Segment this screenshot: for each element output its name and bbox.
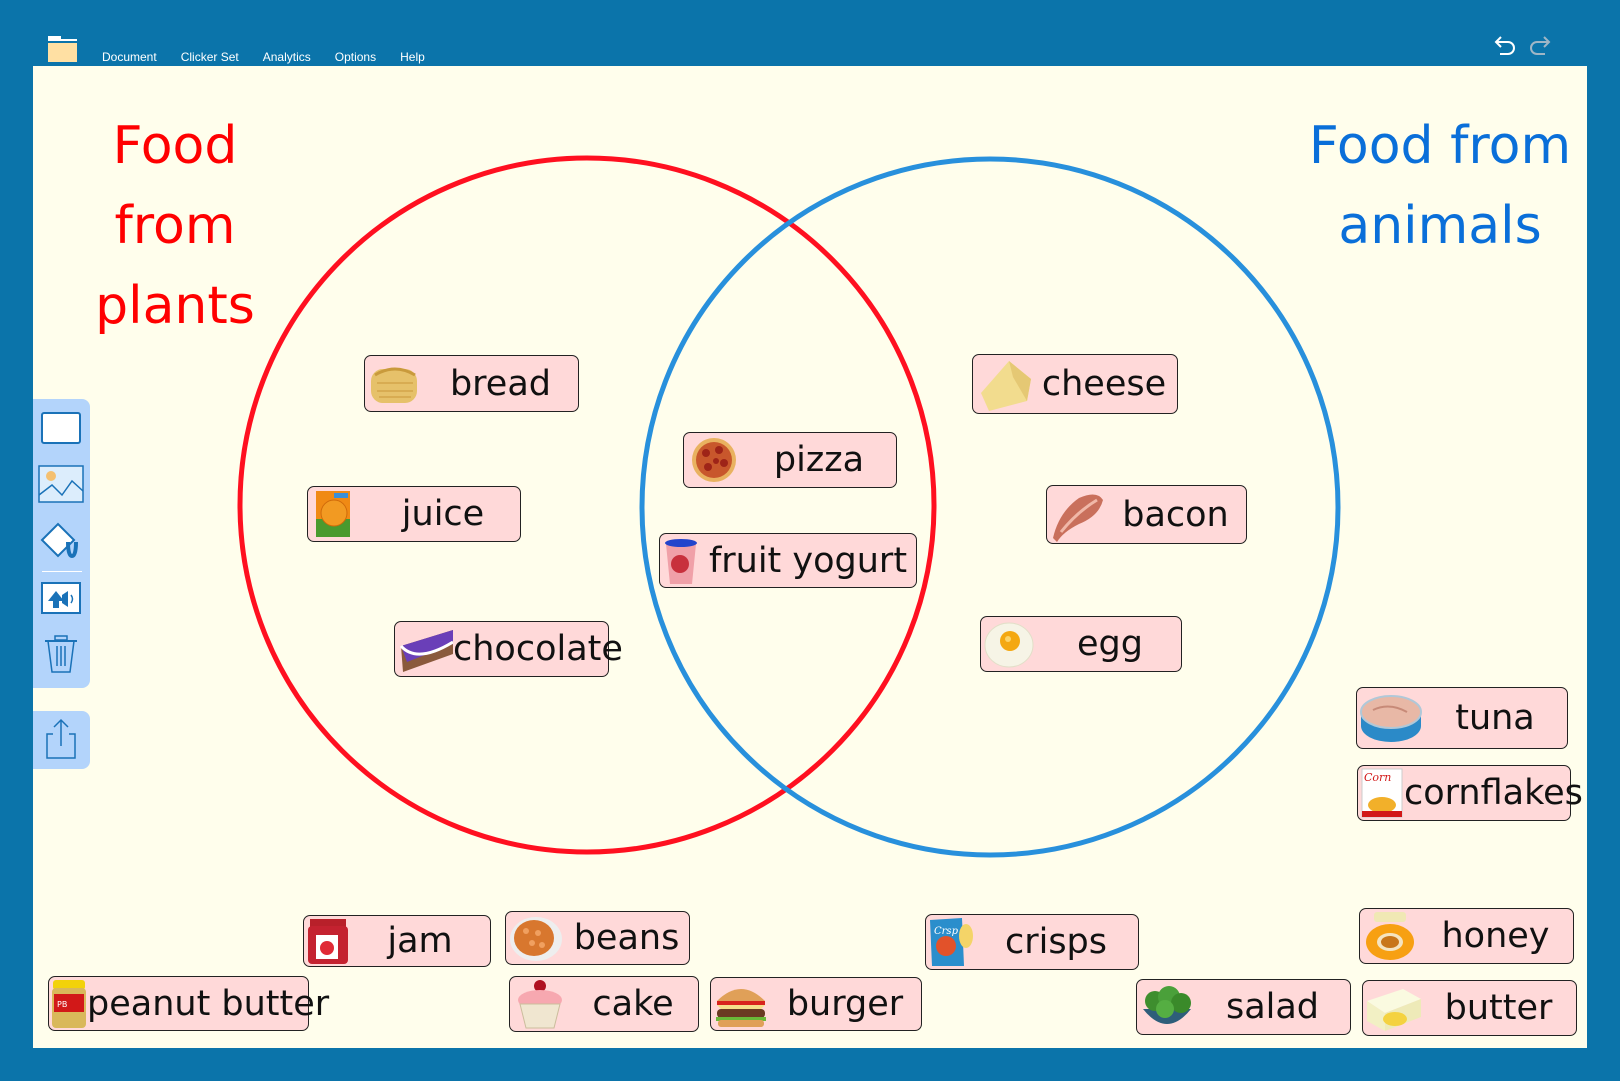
cake-icon	[512, 979, 568, 1029]
menu-clicker-set[interactable]: Clicker Set	[169, 48, 251, 66]
jam-icon	[306, 916, 350, 966]
juice-icon	[310, 489, 366, 539]
fill-tool-button[interactable]	[40, 521, 82, 563]
menu-bar: Document Clicker Set Analytics Options H…	[85, 48, 437, 67]
card-salad[interactable]: salad	[1136, 979, 1351, 1035]
menu-help[interactable]: Help	[388, 48, 437, 66]
card-label: egg	[1077, 624, 1143, 664]
burger-icon	[713, 979, 769, 1029]
venn-canvas[interactable]: Food from plants Food from animals bread…	[33, 66, 1587, 1048]
butter-icon	[1365, 983, 1421, 1033]
card-label: cake	[592, 984, 674, 1024]
card-burger[interactable]: burger	[710, 977, 922, 1031]
card-bacon[interactable]: bacon	[1046, 485, 1247, 544]
undo-icon[interactable]	[1492, 34, 1518, 58]
rectangle-icon	[40, 411, 82, 449]
title-bar: Document Clicker Set Analytics Options H…	[0, 0, 1620, 67]
card-label: cornflakes	[1404, 773, 1583, 813]
peanut-butter-icon: PB	[51, 979, 87, 1029]
card-label: beans	[573, 918, 680, 958]
card-label: salad	[1225, 987, 1320, 1027]
card-tuna[interactable]: tuna	[1356, 687, 1568, 749]
paint-bucket-icon	[38, 520, 84, 564]
chocolate-icon	[397, 624, 453, 674]
animals-title: Food from animals	[1295, 106, 1585, 266]
folder-icon[interactable]	[48, 36, 77, 62]
svg-text:Crsp: Crsp	[934, 926, 959, 937]
cheese-icon	[975, 359, 1031, 411]
card-beans[interactable]: beans	[505, 911, 690, 965]
card-jam[interactable]: jam	[303, 915, 491, 967]
salad-icon	[1139, 982, 1195, 1032]
plants-title-line1: Food from	[112, 116, 238, 256]
card-cornflakes[interactable]: Corn cornflakes	[1357, 765, 1583, 821]
menu-document[interactable]: Document	[85, 48, 169, 66]
yogurt-icon	[662, 536, 700, 586]
speech-tool-button[interactable]	[40, 579, 82, 621]
plants-title: Food from plants	[45, 106, 305, 346]
card-label: bacon	[1122, 494, 1229, 535]
honey-icon	[1362, 911, 1418, 961]
cornflakes-icon: Corn	[1360, 768, 1404, 818]
tuna-icon	[1359, 690, 1423, 746]
share-icon	[43, 716, 79, 764]
pizza-icon	[686, 435, 742, 485]
card-label: bread	[449, 363, 552, 404]
card-honey[interactable]: honey	[1359, 908, 1574, 964]
card-pizza[interactable]: pizza	[683, 432, 897, 488]
image-tool-button[interactable]	[38, 465, 84, 507]
image-icon	[38, 465, 84, 507]
card-label: butter	[1444, 988, 1553, 1028]
card-label: peanut butter	[87, 983, 330, 1024]
card-label: chocolate	[453, 629, 623, 669]
card-label: pizza	[773, 440, 865, 480]
export-button[interactable]	[40, 716, 82, 764]
card-chocolate[interactable]: chocolate	[394, 621, 623, 677]
card-label: crisps	[1004, 922, 1108, 962]
card-label: jam	[387, 921, 453, 961]
tool-palette	[33, 399, 90, 688]
card-label: honey	[1441, 916, 1550, 956]
card-cake[interactable]: cake	[509, 976, 699, 1032]
card-label: tuna	[1455, 698, 1535, 738]
rectangle-tool-button[interactable]	[40, 409, 82, 451]
card-bread[interactable]: bread	[364, 355, 579, 412]
card-label: juice	[401, 494, 485, 534]
bacon-icon	[1049, 490, 1105, 542]
redo-icon[interactable]	[1527, 34, 1553, 58]
menu-analytics[interactable]: Analytics	[251, 48, 323, 66]
card-egg[interactable]: egg	[980, 616, 1182, 672]
bread-icon	[367, 359, 423, 409]
card-label: cheese	[1041, 364, 1167, 404]
animals-title-line2: animals	[1338, 196, 1542, 256]
card-cheese[interactable]: cheese	[972, 354, 1178, 414]
card-label: fruit yogurt	[708, 540, 908, 581]
card-label: burger	[786, 984, 904, 1024]
animals-title-line1: Food from	[1308, 116, 1572, 176]
trash-icon	[43, 634, 79, 678]
speaker-arrow-icon	[40, 581, 82, 619]
beans-icon	[508, 913, 564, 963]
svg-text:PB: PB	[57, 1000, 67, 1009]
plants-title-line2: plants	[95, 276, 255, 336]
delete-tool-button[interactable]	[40, 635, 82, 677]
egg-icon	[983, 619, 1039, 669]
menu-options[interactable]: Options	[323, 48, 388, 66]
crisps-icon: Crsp	[928, 917, 974, 967]
svg-text:Corn: Corn	[1364, 771, 1391, 784]
card-juice[interactable]: juice	[307, 486, 521, 542]
card-fruit-yogurt[interactable]: fruit yogurt	[659, 533, 917, 588]
card-crisps[interactable]: Crsp crisps	[925, 914, 1139, 970]
export-palette	[33, 711, 90, 769]
toolbar-divider	[42, 571, 82, 572]
card-peanut-butter[interactable]: PB peanut butter	[48, 976, 329, 1031]
card-butter[interactable]: butter	[1362, 980, 1577, 1036]
